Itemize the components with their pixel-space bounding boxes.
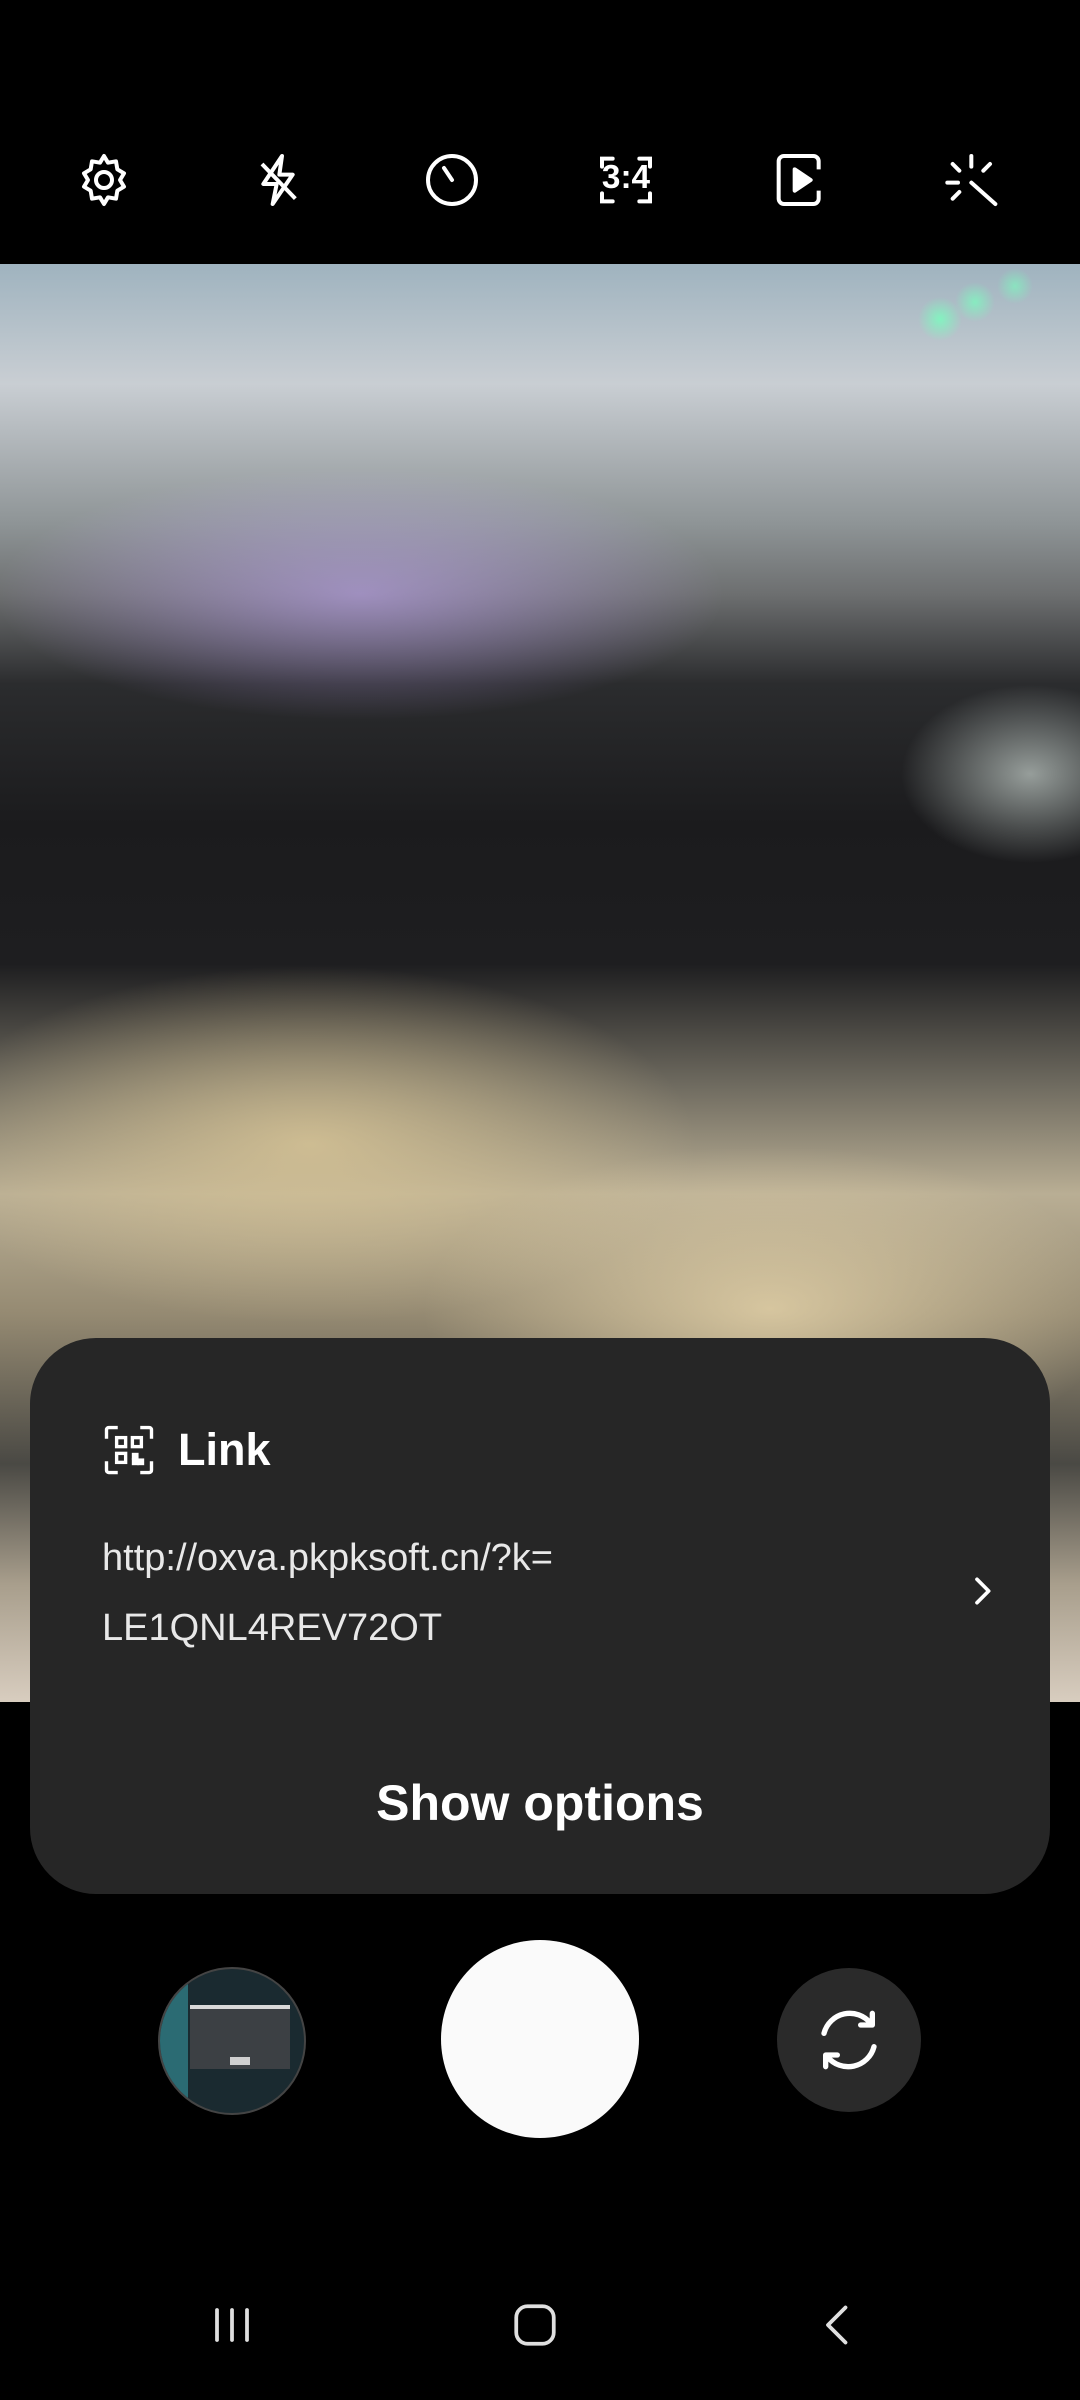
- gallery-thumbnail[interactable]: [158, 1967, 306, 2115]
- qr-link-line: http://oxva.pkpksoft.cn/?k=: [102, 1537, 553, 1579]
- camera-toolbar: 3:4: [0, 0, 1080, 264]
- shutter-button[interactable]: [441, 1940, 639, 2138]
- timer-icon[interactable]: [412, 140, 492, 220]
- qr-code-icon: [104, 1425, 154, 1475]
- show-options-button[interactable]: Show options: [30, 1758, 1050, 1848]
- qr-card-header: Link: [102, 1420, 271, 1480]
- chevron-right-icon[interactable]: [962, 1571, 1002, 1616]
- qr-result-card: Link http://oxva.pkpksoft.cn/?k= LE1QNL4…: [30, 1338, 1050, 1894]
- qr-link-line: LE1QNL4REV72OT: [102, 1607, 443, 1649]
- system-nav-bar: [0, 2270, 1080, 2380]
- switch-camera-button[interactable]: [777, 1968, 921, 2112]
- qr-link-row[interactable]: http://oxva.pkpksoft.cn/?k= LE1QNL4REV72…: [102, 1518, 1002, 1668]
- filters-icon[interactable]: [934, 140, 1014, 220]
- recents-icon[interactable]: [192, 2290, 272, 2360]
- qr-link-text[interactable]: http://oxva.pkpksoft.cn/?k= LE1QNL4REV72…: [102, 1523, 862, 1663]
- viewfinder-blur: [900, 684, 1080, 864]
- settings-icon[interactable]: [64, 140, 144, 220]
- home-icon[interactable]: [495, 2290, 575, 2360]
- aspect-ratio-label: 3:4: [602, 159, 651, 196]
- motion-photo-icon[interactable]: [760, 140, 840, 220]
- viewfinder-lights: [900, 264, 1080, 344]
- switch-camera-icon: [821, 2010, 877, 2070]
- aspect-ratio-icon[interactable]: 3:4: [586, 140, 666, 220]
- back-icon[interactable]: [798, 2290, 878, 2360]
- qr-card-title: Link: [178, 1424, 271, 1475]
- flash-off-icon[interactable]: [238, 140, 318, 220]
